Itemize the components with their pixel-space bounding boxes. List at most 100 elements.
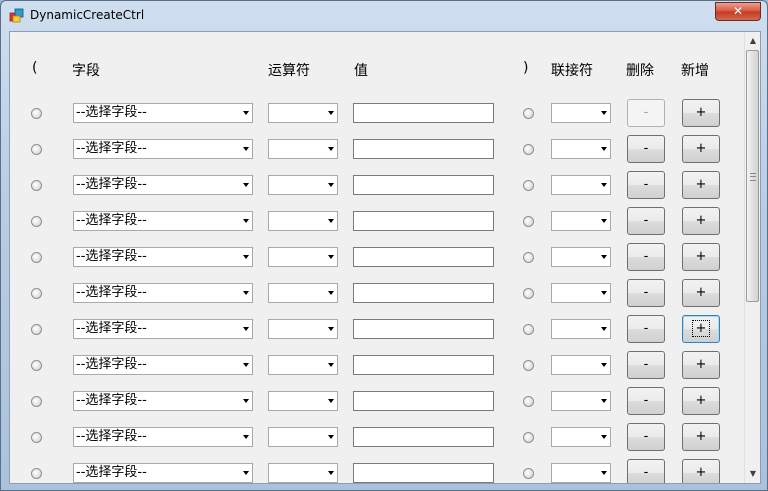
- delete-row-button[interactable]: -: [627, 135, 665, 163]
- open-paren-radio[interactable]: [31, 396, 42, 407]
- scroll-thumb[interactable]: [746, 50, 759, 302]
- delete-row-button[interactable]: -: [627, 459, 665, 483]
- close-paren-radio[interactable]: [523, 216, 534, 227]
- delete-row-button[interactable]: -: [627, 279, 665, 307]
- delete-row-button[interactable]: -: [627, 315, 665, 343]
- value-input[interactable]: [353, 103, 494, 123]
- close-paren-radio[interactable]: [523, 108, 534, 119]
- scroll-down-arrow-icon[interactable]: ▼: [745, 466, 760, 482]
- open-paren-radio[interactable]: [31, 144, 42, 155]
- connector-select[interactable]: [551, 175, 611, 195]
- connector-select[interactable]: [551, 211, 611, 231]
- add-row-button[interactable]: +: [682, 459, 720, 483]
- close-paren-radio[interactable]: [523, 288, 534, 299]
- operator-select[interactable]: [268, 211, 338, 231]
- field-select[interactable]: --选择字段--: [73, 463, 253, 483]
- connector-select[interactable]: [551, 463, 611, 483]
- close-paren-radio[interactable]: [523, 252, 534, 263]
- connector-select[interactable]: [551, 355, 611, 375]
- field-select[interactable]: --选择字段--: [73, 319, 253, 339]
- open-paren-radio[interactable]: [31, 468, 42, 479]
- open-paren-radio[interactable]: [31, 108, 42, 119]
- delete-row-button[interactable]: -: [627, 423, 665, 451]
- add-row-button[interactable]: +: [682, 315, 720, 343]
- close-button[interactable]: ✕: [715, 2, 761, 21]
- delete-row-button[interactable]: -: [627, 99, 665, 127]
- connector-select[interactable]: [551, 319, 611, 339]
- field-select[interactable]: --选择字段--: [73, 175, 253, 195]
- field-select-value: --选择字段--: [76, 105, 147, 120]
- connector-select[interactable]: [551, 391, 611, 411]
- value-input[interactable]: [353, 139, 494, 159]
- value-input[interactable]: [353, 211, 494, 231]
- connector-select[interactable]: [551, 103, 611, 123]
- minus-icon: -: [643, 429, 649, 444]
- chevron-down-icon: [328, 291, 334, 295]
- close-paren-radio[interactable]: [523, 360, 534, 371]
- value-input[interactable]: [353, 319, 494, 339]
- field-select[interactable]: --选择字段--: [73, 427, 253, 447]
- close-paren-radio[interactable]: [523, 144, 534, 155]
- connector-select[interactable]: [551, 283, 611, 303]
- add-row-button[interactable]: +: [682, 207, 720, 235]
- operator-select[interactable]: [268, 283, 338, 303]
- add-row-button[interactable]: +: [682, 351, 720, 379]
- open-paren-radio[interactable]: [31, 252, 42, 263]
- plus-icon: +: [691, 320, 711, 337]
- value-input[interactable]: [353, 175, 494, 195]
- close-paren-radio[interactable]: [523, 180, 534, 191]
- operator-select[interactable]: [268, 463, 338, 483]
- field-select[interactable]: --选择字段--: [73, 283, 253, 303]
- operator-select[interactable]: [268, 427, 338, 447]
- open-paren-radio[interactable]: [31, 180, 42, 191]
- delete-row-button[interactable]: -: [627, 387, 665, 415]
- value-input[interactable]: [353, 247, 494, 267]
- header-connector: 联接符: [551, 63, 593, 79]
- field-select[interactable]: --选择字段--: [73, 355, 253, 375]
- close-paren-radio[interactable]: [523, 324, 534, 335]
- add-row-button[interactable]: +: [682, 171, 720, 199]
- operator-select[interactable]: [268, 319, 338, 339]
- add-row-button[interactable]: +: [682, 423, 720, 451]
- minus-icon: -: [643, 249, 649, 264]
- field-select[interactable]: --选择字段--: [73, 103, 253, 123]
- operator-select[interactable]: [268, 103, 338, 123]
- add-row-button[interactable]: +: [682, 279, 720, 307]
- close-paren-radio[interactable]: [523, 396, 534, 407]
- delete-row-button[interactable]: -: [627, 207, 665, 235]
- operator-select[interactable]: [268, 391, 338, 411]
- connector-select[interactable]: [551, 139, 611, 159]
- open-paren-radio[interactable]: [31, 360, 42, 371]
- close-paren-radio[interactable]: [523, 432, 534, 443]
- field-select-value: --选择字段--: [76, 465, 147, 480]
- vertical-scrollbar[interactable]: ▲ ▼: [744, 32, 760, 483]
- value-input[interactable]: [353, 355, 494, 375]
- open-paren-radio[interactable]: [31, 324, 42, 335]
- delete-row-button[interactable]: -: [627, 351, 665, 379]
- delete-row-button[interactable]: -: [627, 243, 665, 271]
- value-input[interactable]: [353, 391, 494, 411]
- field-select[interactable]: --选择字段--: [73, 247, 253, 267]
- open-paren-radio[interactable]: [31, 432, 42, 443]
- operator-select[interactable]: [268, 175, 338, 195]
- field-select[interactable]: --选择字段--: [73, 211, 253, 231]
- value-input[interactable]: [353, 463, 494, 483]
- field-select[interactable]: --选择字段--: [73, 391, 253, 411]
- add-row-button[interactable]: +: [682, 387, 720, 415]
- value-input[interactable]: [353, 427, 494, 447]
- close-paren-radio[interactable]: [523, 468, 534, 479]
- value-input[interactable]: [353, 283, 494, 303]
- delete-row-button[interactable]: -: [627, 171, 665, 199]
- connector-select[interactable]: [551, 247, 611, 267]
- field-select[interactable]: --选择字段--: [73, 139, 253, 159]
- connector-select[interactable]: [551, 427, 611, 447]
- scroll-up-arrow-icon[interactable]: ▲: [745, 33, 760, 49]
- add-row-button[interactable]: +: [682, 243, 720, 271]
- operator-select[interactable]: [268, 247, 338, 267]
- open-paren-radio[interactable]: [31, 288, 42, 299]
- add-row-button[interactable]: +: [682, 135, 720, 163]
- add-row-button[interactable]: +: [682, 99, 720, 127]
- operator-select[interactable]: [268, 139, 338, 159]
- operator-select[interactable]: [268, 355, 338, 375]
- open-paren-radio[interactable]: [31, 216, 42, 227]
